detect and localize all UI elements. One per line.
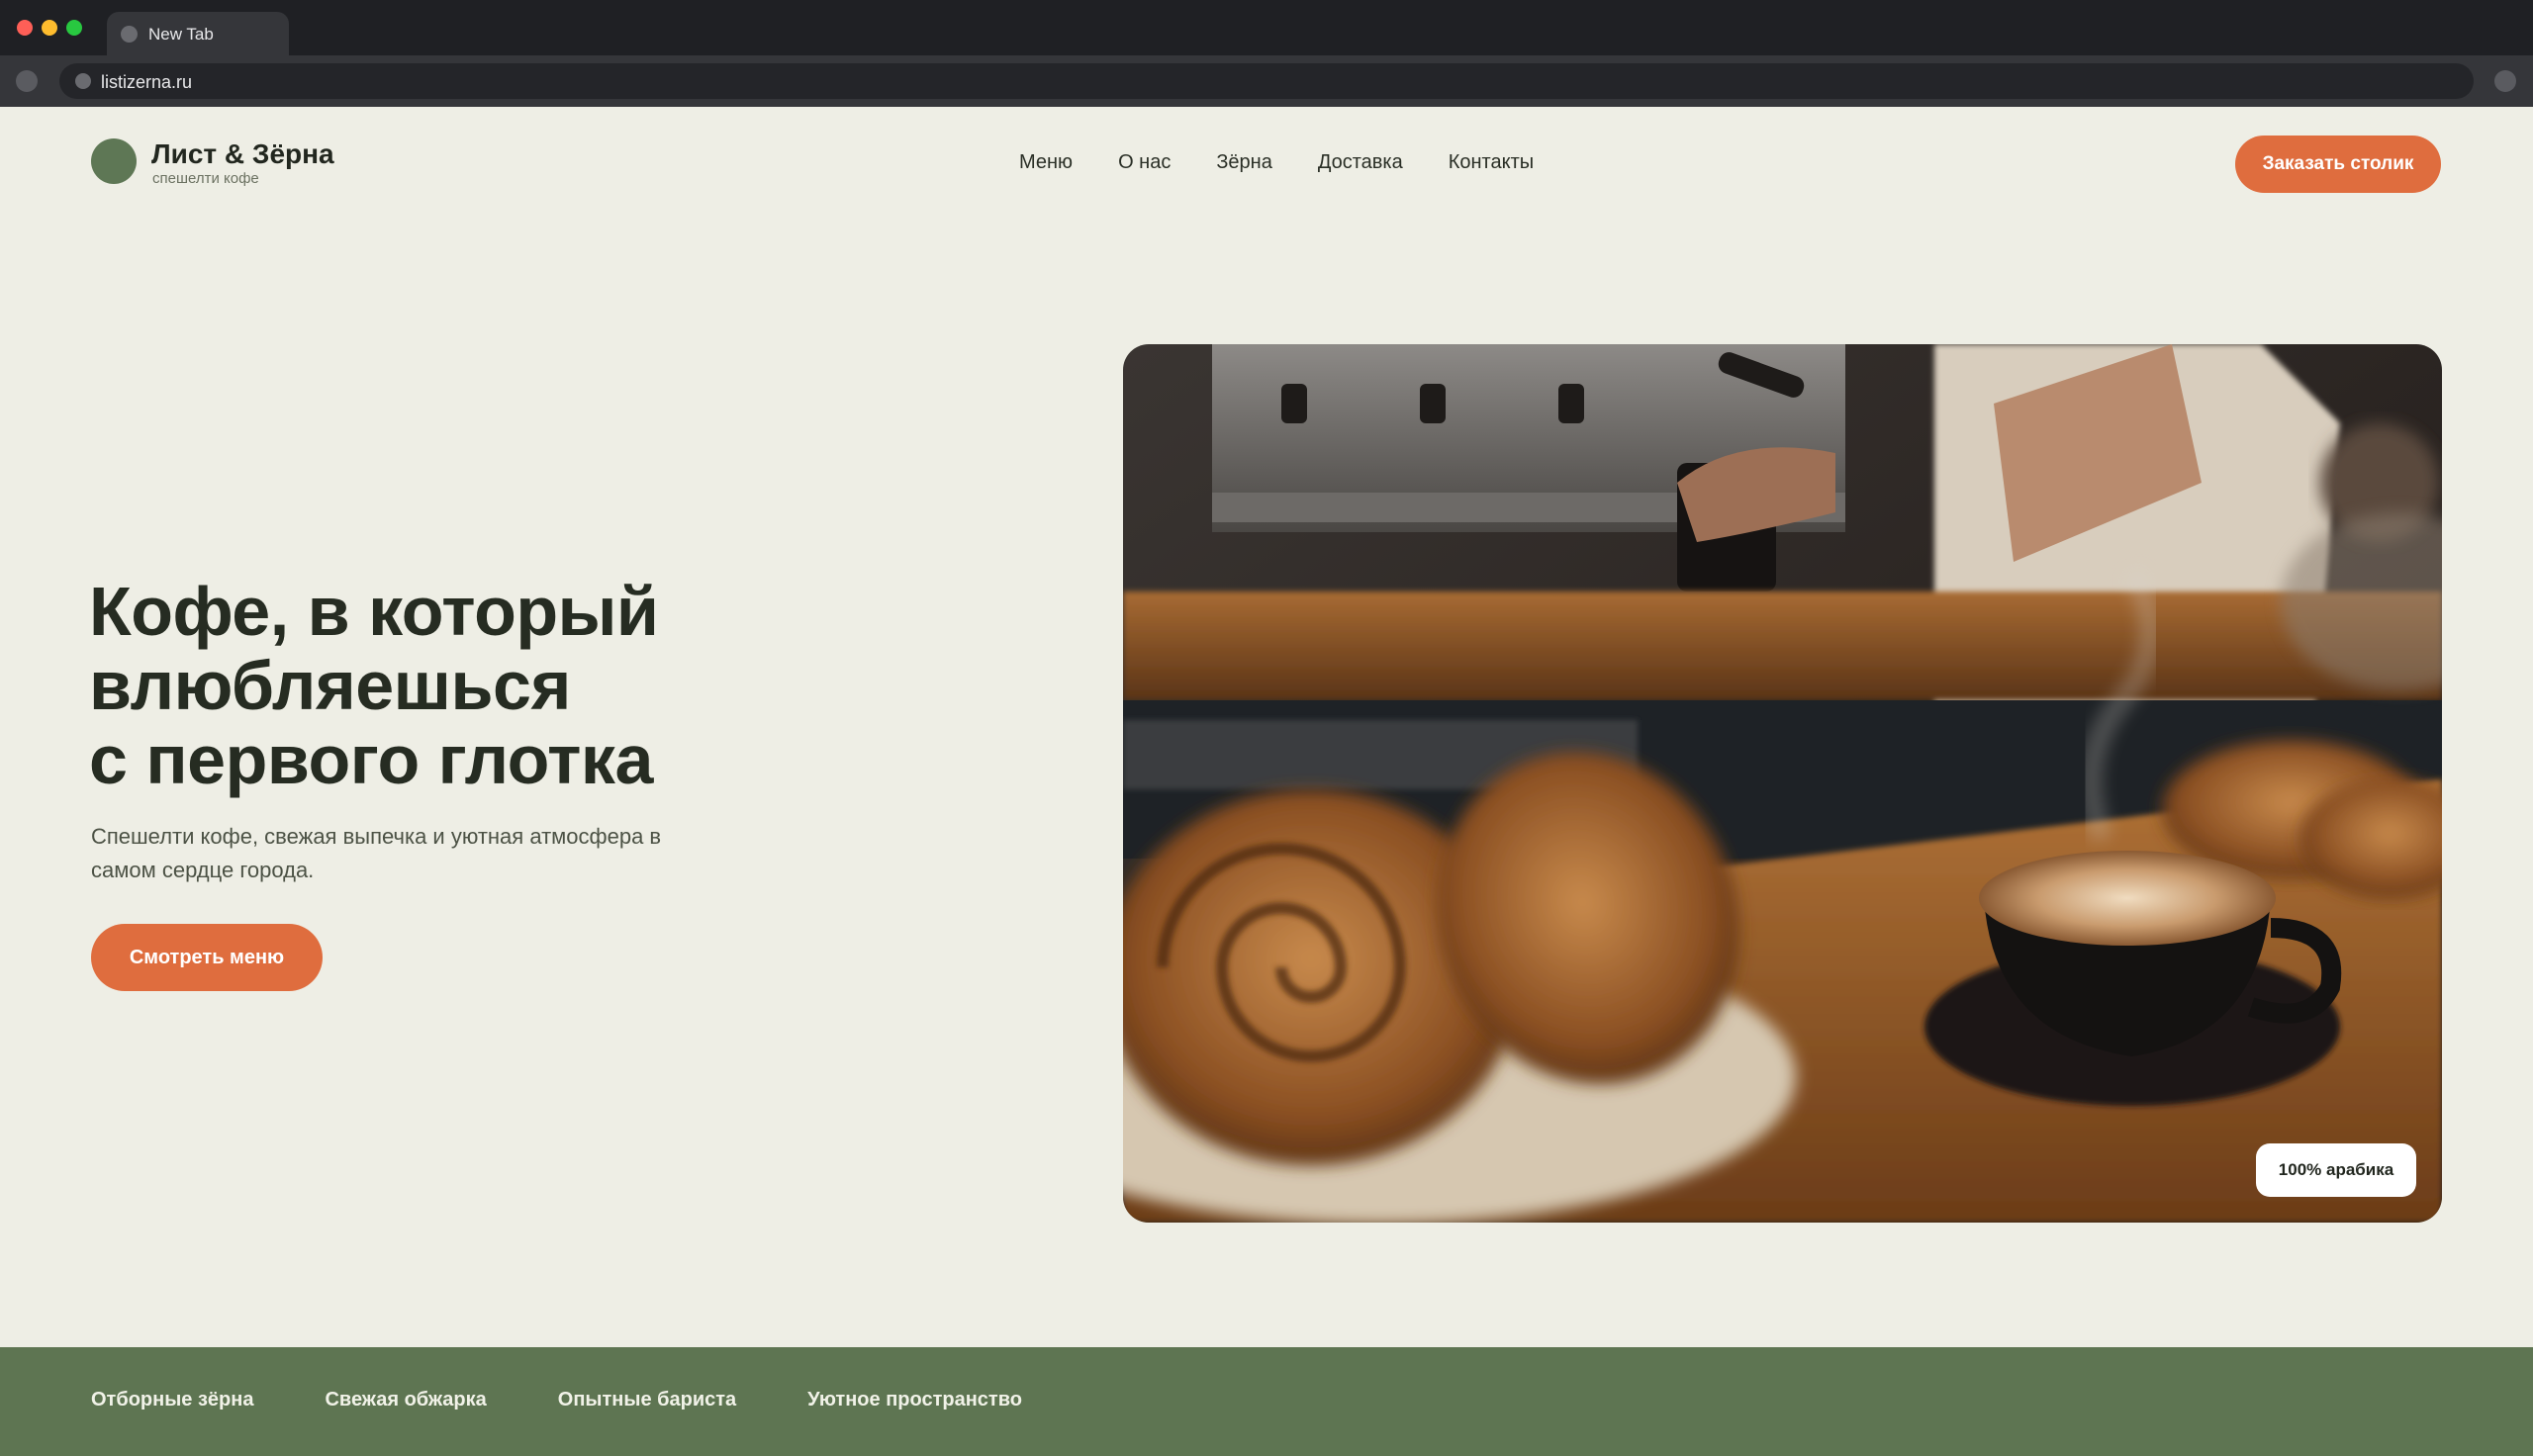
- site-info-icon[interactable]: [75, 73, 91, 89]
- features-strip: Отборные зёрна Свежая обжарка Опытные ба…: [0, 1347, 2533, 1456]
- logo-icon[interactable]: [91, 138, 137, 184]
- hero-title-line: влюбляешься: [89, 647, 571, 724]
- nav-link-beans[interactable]: Зёрна: [1216, 151, 1272, 174]
- back-button-icon[interactable]: [16, 70, 38, 92]
- nav-link-about[interactable]: О нас: [1118, 151, 1171, 174]
- tab-title: New Tab: [148, 25, 214, 44]
- nav-link-delivery[interactable]: Доставка: [1318, 151, 1403, 174]
- hero-title: Кофе, в который влюбляешься с первого гл…: [89, 573, 659, 798]
- view-menu-button[interactable]: Смотреть меню: [91, 924, 323, 991]
- maximize-window-button[interactable]: [66, 20, 82, 36]
- feature-item: Уютное пространство: [807, 1389, 1022, 1410]
- website: Лист & Зёрна спешелти кофе Меню О нас Зё…: [0, 107, 2533, 1456]
- tab-favicon-icon: [121, 26, 138, 43]
- browser-tab-strip: New Tab: [0, 0, 2533, 55]
- address-bar[interactable]: listizerna.ru: [59, 63, 2474, 99]
- close-window-button[interactable]: [17, 20, 33, 36]
- main-nav: Меню О нас Зёрна Доставка Контакты: [1019, 151, 1534, 174]
- feature-item: Опытные бариста: [557, 1389, 737, 1410]
- browser-toolbar: listizerna.ru: [0, 55, 2533, 107]
- nav-link-menu[interactable]: Меню: [1019, 151, 1073, 174]
- nav-link-contacts[interactable]: Контакты: [1449, 151, 1534, 174]
- logo-name[interactable]: Лист & Зёрна: [151, 138, 334, 170]
- minimize-window-button[interactable]: [42, 20, 57, 36]
- browser-tab[interactable]: New Tab: [107, 12, 289, 55]
- book-table-button[interactable]: Заказать столик: [2235, 136, 2441, 193]
- address-bar-url: listizerna.ru: [101, 72, 193, 92]
- hero-subtitle: Спешелти кофе, свежая выпечка и уютная а…: [91, 824, 662, 882]
- hero-title-line: Кофе, в который: [89, 573, 659, 650]
- hero-title-line: с первого глотка: [89, 721, 653, 798]
- feature-item: Отборные зёрна: [91, 1389, 254, 1410]
- logo-tagline: спешелти кофе: [152, 170, 259, 187]
- profile-icon[interactable]: [2494, 70, 2516, 92]
- feature-item: Свежая обжарка: [325, 1389, 487, 1410]
- arabica-badge: 100% арабика: [2256, 1143, 2416, 1197]
- hero-image: 100% арабика: [1123, 344, 2442, 1223]
